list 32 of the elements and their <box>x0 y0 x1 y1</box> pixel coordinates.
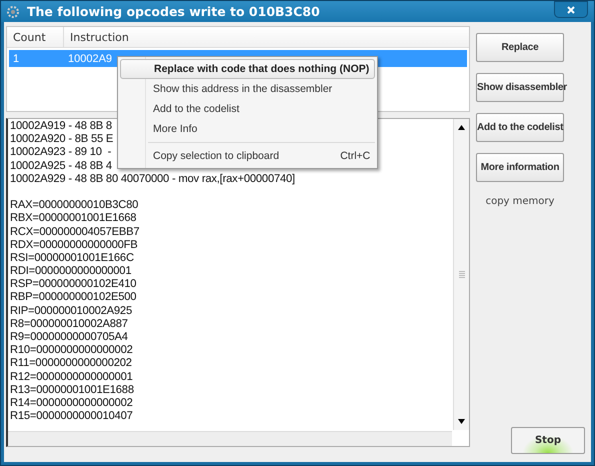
register-line: R10=0000000000000002 <box>10 344 133 358</box>
menu-item-label: Copy selection to clipboard <box>153 150 280 162</box>
shortcut-label: Ctrl+C <box>340 150 370 162</box>
window-title: The following opcodes write to 010B3C80 <box>27 4 321 19</box>
register-line: R15=0000000000010407 <box>10 410 133 424</box>
menu-item-label: Show this address in the disassembler <box>153 83 334 95</box>
menu-item-label: Add to the codelist <box>153 103 240 115</box>
menu-item-label: More Info <box>153 123 198 135</box>
code-line: 10002A920 - 8B 55 E <box>10 133 114 146</box>
register-line: RDI=0000000000000001 <box>10 265 132 278</box>
register-line: R11=0000000000000202 <box>10 357 132 371</box>
instruction-cell-text: 10002A9 <box>67 52 114 64</box>
register-line: R8=000000010002A887 <box>10 318 128 332</box>
register-line: R13=00000001001E1688 <box>10 384 134 397</box>
code-line: 10002A925 - 48 8B 4 <box>10 160 112 173</box>
register-line: RBX=00000001001E1668 <box>10 212 136 226</box>
code-line: 10002A923 - 89 10 - <box>10 146 112 160</box>
register-line: RAX=00000000010B3C80 <box>10 199 138 212</box>
register-line: RDX=00000000000000FB <box>10 238 138 252</box>
count-cell-text: 1 <box>12 52 20 64</box>
register-line: RBP=000000000102E500 <box>10 291 136 305</box>
code-line: 10002A919 - 48 8B 8 <box>10 120 112 134</box>
register-line: RIP=000000010002A925 <box>10 304 132 318</box>
register-line: R9=00000000000705A4 <box>10 331 128 344</box>
register-line: R14=0000000000000002 <box>10 396 133 410</box>
code-line: 10002A929 - 48 8B 80 40070000 - mov rax,[rax+00000740] <box>10 172 295 186</box>
register-line: RSI=00000001001E166C <box>10 252 134 266</box>
register-line: RCX=000000004057EBB7 <box>10 226 140 239</box>
copy-memory-label: copy memory <box>484 196 556 207</box>
menu-item-label: Replace with code that does nothing (NOP) <box>154 63 370 75</box>
register-line: R12=0000000000000001 <box>10 370 133 384</box>
register-line: RSP=000000000102E410 <box>10 278 136 292</box>
